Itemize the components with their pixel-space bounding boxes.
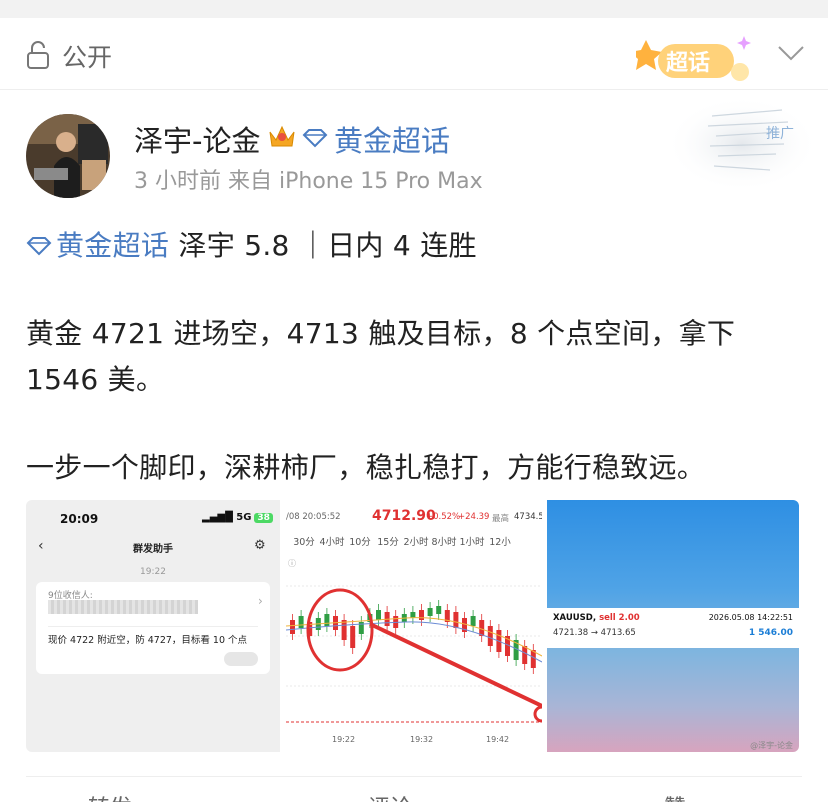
visibility-label[interactable]: 公开: [62, 38, 112, 74]
post-line-2: 黄金 4721 进场空，4713 触及目标，8 个点空间，拿下: [26, 317, 736, 350]
candle-body: [427, 608, 433, 616]
post-line-1: 黄金超话 泽宇 5.8 ｜日内 4 连胜: [26, 224, 477, 264]
candlestick-chart: ⓘ 19:22 19:32 19:42: [286, 559, 542, 744]
candle-body: [419, 610, 424, 620]
post-source: 来自 iPhone 15 Pro Max: [228, 169, 483, 194]
chart-high-value: 4734.5: [514, 512, 542, 522]
post-meta: 3 小时前 来自 iPhone 15 Pro Max: [134, 163, 483, 195]
crown-icon: [269, 125, 295, 147]
comment-label: 评论: [368, 796, 412, 802]
chart-change: +24.39: [458, 512, 490, 522]
like-button[interactable]: 赞: [664, 790, 686, 802]
chart-high-label: 最高: [492, 514, 510, 524]
message-card: 9位收信人: › 现价 4722 附近空，防 4727，目标看 10 个点: [36, 582, 270, 674]
timeframe-tab: 1小时: [459, 537, 485, 548]
super-topic-badge-text: 超话: [666, 51, 710, 76]
candle-body: [290, 620, 295, 634]
timeframe-tabs: 30分 4小时 10分 15分 2小时 8小时 1小时 12小: [290, 534, 542, 548]
x-tick: 19:22: [332, 735, 355, 744]
like-label: 赞: [664, 796, 686, 802]
lock-icon: [27, 41, 49, 69]
candle-body: [341, 620, 347, 640]
phone-status: ▂▄▆█ 5G 38: [202, 512, 273, 523]
comment-button[interactable]: 评论: [368, 790, 412, 802]
post-line-1-text: 泽宇 5.8 ｜日内 4 连胜: [169, 229, 477, 262]
message-text: 现价 4722 附近空，防 4727，目标看 10 个点: [48, 635, 248, 646]
timeframe-tab: 8小时: [431, 537, 457, 548]
trade-prices: 4721.38 → 4713.65: [553, 628, 636, 638]
ad-label: 推广: [766, 126, 794, 142]
signal-label: 5G: [236, 512, 252, 523]
super-topic-link[interactable]: 黄金超话: [334, 118, 450, 160]
battery-icon: 38: [254, 513, 273, 523]
post-image-2[interactable]: /08 20:05:52 4712.90 +0.52% +24.39 最高 47…: [286, 500, 542, 752]
repost-button[interactable]: 转发: [88, 790, 132, 802]
candle-body: [324, 614, 330, 626]
chart-pct: +0.52%: [426, 512, 461, 522]
candle-body: [436, 606, 442, 614]
candle-body: [470, 616, 476, 626]
chart-date: /08 20:05:52: [286, 512, 341, 522]
promo-ad-thumbnail[interactable]: 推广: [672, 96, 812, 192]
candle-body: [350, 626, 356, 648]
timeframe-tab: 15分: [377, 537, 399, 548]
trade-side: sell 2.00: [599, 613, 640, 623]
divider: [48, 626, 258, 627]
post-line-4: 一步一个脚印，深耕柿厂，稳扎稳打，方能行稳致远。: [26, 451, 706, 484]
post-image-1[interactable]: 20:09 ▂▄▆█ 5G 38 ‹ 群发助手 ⚙ 19:22 9位收信人: › …: [26, 500, 280, 752]
candle-body: [376, 610, 381, 620]
post-line-3: 1546 美。: [26, 363, 165, 396]
candle-body: [522, 646, 528, 664]
message-timestamp: 19:22: [140, 567, 166, 577]
timeframe-tab: 4小时: [319, 537, 345, 548]
trade-profit: 1 546.00: [748, 628, 793, 638]
timeframe-tab: 10分: [349, 537, 371, 548]
candle-body: [453, 612, 459, 628]
action-divider: [26, 776, 802, 777]
topic-tag-link[interactable]: 黄金超话: [56, 229, 169, 262]
timeframe-tab: 30分: [293, 537, 315, 548]
x-tick: 19:32: [410, 735, 433, 744]
candle-body: [487, 626, 493, 646]
trade-card: XAUUSD, sell 2.00 2026.05.08 14:22:51 47…: [547, 608, 799, 648]
super-topic-badge[interactable]: 超话: [636, 32, 756, 88]
post-time: 3 小时前: [134, 169, 221, 194]
diamond-icon: [302, 129, 328, 148]
repost-label: 转发: [88, 796, 132, 802]
post-image-3[interactable]: XAUUSD, sell 2.00 2026.05.08 14:22:51 47…: [547, 500, 799, 752]
trade-symbol: XAUUSD, sell 2.00: [553, 613, 640, 623]
chevron-right-icon: ›: [258, 594, 263, 608]
resend-pill: [224, 652, 258, 666]
avatar[interactable]: [26, 114, 110, 198]
phone-time: 20:09: [60, 512, 99, 526]
candle-body: [298, 616, 304, 628]
timeframe-tab: 2小时: [403, 537, 429, 548]
chevron-down-icon[interactable]: [776, 44, 806, 62]
symbol-text: XAUUSD,: [553, 613, 597, 623]
image-watermark: @泽宇-论金: [750, 741, 793, 750]
trade-datetime: 2026.05.08 14:22:51: [708, 613, 793, 622]
candle-body: [410, 612, 416, 618]
gear-icon: ⚙: [254, 538, 266, 553]
author-name[interactable]: 泽宇-论金: [134, 118, 260, 160]
phone-title: 群发助手: [133, 544, 173, 555]
info-icon: ⓘ: [288, 559, 296, 568]
timeframe-tab: 12小: [489, 537, 511, 548]
recipients-blurred: [48, 600, 198, 614]
x-tick: 19:42: [486, 735, 509, 744]
diamond-icon: [26, 237, 52, 256]
top-strip: [0, 0, 828, 18]
